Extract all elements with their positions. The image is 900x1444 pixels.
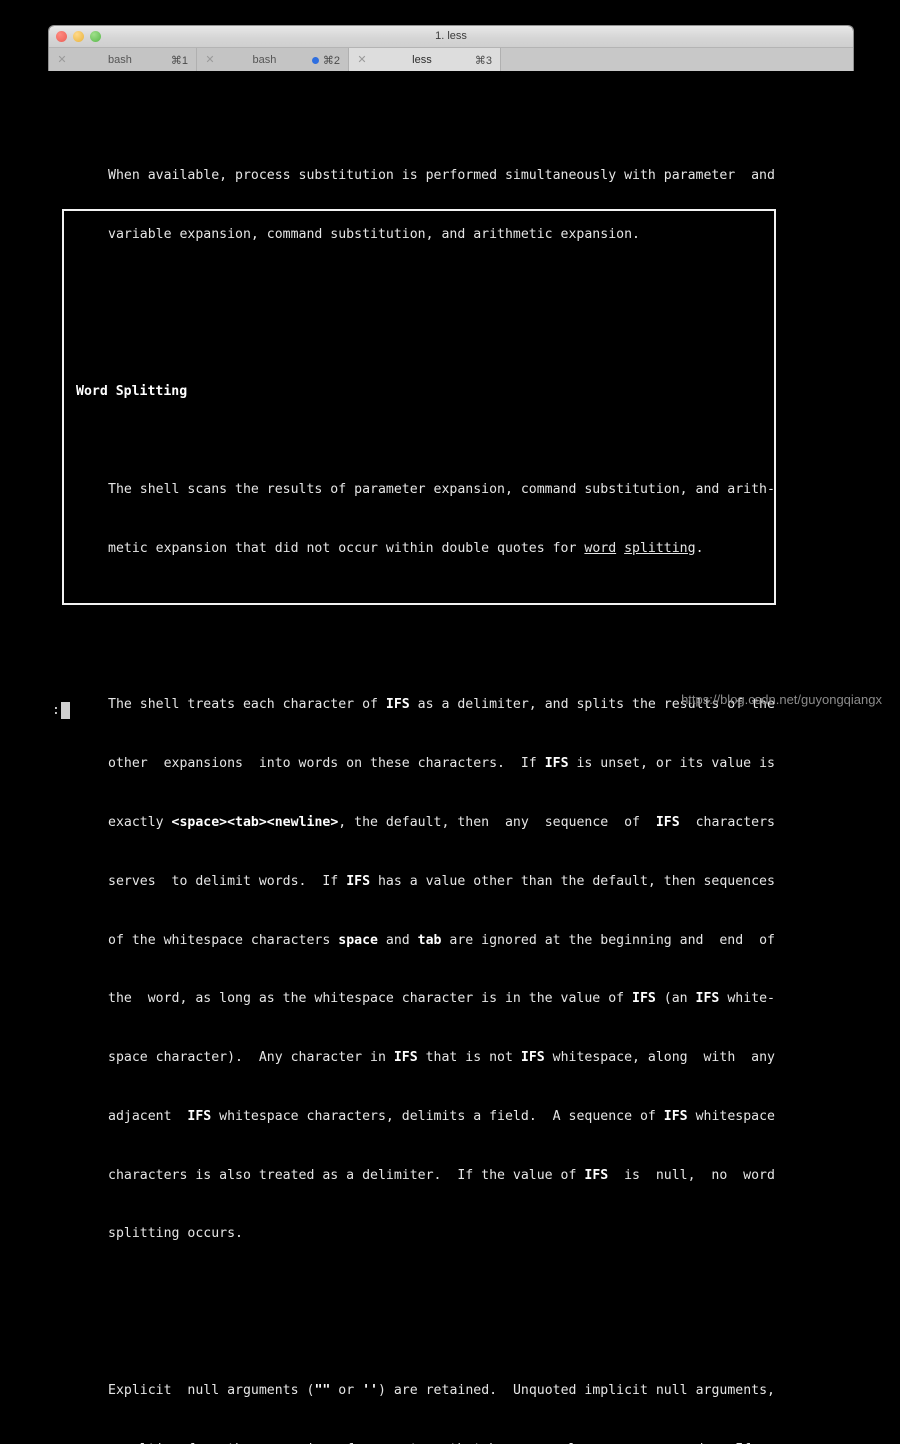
- watermark-url: https://blog.csdn.net/guyongqiangx: [681, 692, 882, 708]
- tab-bash-1[interactable]: ✕ bash ⌘1: [49, 48, 197, 71]
- text-line: The shell scans the results of parameter…: [108, 481, 775, 497]
- tab-bash-2[interactable]: ✕ bash ⌘2: [197, 48, 349, 71]
- tab-shortcut: ⌘3: [474, 54, 492, 67]
- tab-less[interactable]: ✕ less ⌘3: [349, 48, 501, 71]
- maximize-window-icon[interactable]: [90, 31, 101, 42]
- section-heading-word-splitting: Word Splitting: [76, 383, 188, 399]
- tab-close-icon[interactable]: ✕: [203, 54, 217, 66]
- text-line: splitting occurs.: [108, 1226, 243, 1242]
- window-title: 1. less: [435, 30, 467, 42]
- window-controls: [56, 26, 101, 47]
- text-cursor: [60, 702, 70, 720]
- tab-shortcut: ⌘2: [322, 54, 340, 67]
- text-line: exactly <space><tab><newline>, the defau…: [108, 814, 775, 830]
- text-line: resulting from the expansion of paramete…: [68, 1440, 888, 1444]
- terminal-screen[interactable]: When available, process substitution is …: [0, 71, 900, 1444]
- tab-label: bash: [252, 54, 277, 66]
- tab-bar-empty-space: [501, 48, 853, 71]
- text-line: metic expansion that did not occur withi…: [108, 540, 704, 556]
- less-prompt[interactable]: :: [52, 701, 70, 721]
- text-line: the word, as long as the whitespace char…: [108, 991, 775, 1007]
- tab-close-icon[interactable]: ✕: [355, 54, 369, 66]
- text-line: serves to delimit words. If IFS has a va…: [108, 873, 775, 889]
- less-prompt-colon: :: [52, 703, 60, 718]
- text-line: When available, process substitution is …: [108, 168, 775, 184]
- tab-activity-dot: [311, 56, 319, 64]
- minimize-window-icon[interactable]: [73, 31, 84, 42]
- man-page-text: When available, process substitution is …: [68, 88, 888, 1444]
- terminal-window: 1. less ✕ bash ⌘1 ✕ bash ⌘2 ✕ less ⌘3: [48, 25, 854, 71]
- text-line: characters is also treated as a delimite…: [108, 1167, 775, 1183]
- tab-label: bash: [108, 54, 132, 66]
- close-window-icon[interactable]: [56, 31, 67, 42]
- tab-shortcut: ⌘1: [170, 54, 188, 67]
- tab-bar: ✕ bash ⌘1 ✕ bash ⌘2 ✕ less ⌘3: [49, 48, 853, 71]
- tab-label: less: [412, 54, 432, 66]
- text-line: adjacent IFS whitespace characters, deli…: [108, 1108, 775, 1124]
- text-line: of the whitespace characters space and t…: [108, 932, 775, 948]
- text-line: space character). Any character in IFS t…: [108, 1050, 775, 1066]
- text-line: other expansions into words on these cha…: [108, 756, 775, 772]
- window-titlebar[interactable]: 1. less: [49, 26, 853, 48]
- text-line: variable expansion, command substitution…: [108, 227, 640, 243]
- tab-close-icon[interactable]: ✕: [55, 54, 69, 66]
- text-line: Explicit null arguments ("" or '') are r…: [108, 1383, 775, 1399]
